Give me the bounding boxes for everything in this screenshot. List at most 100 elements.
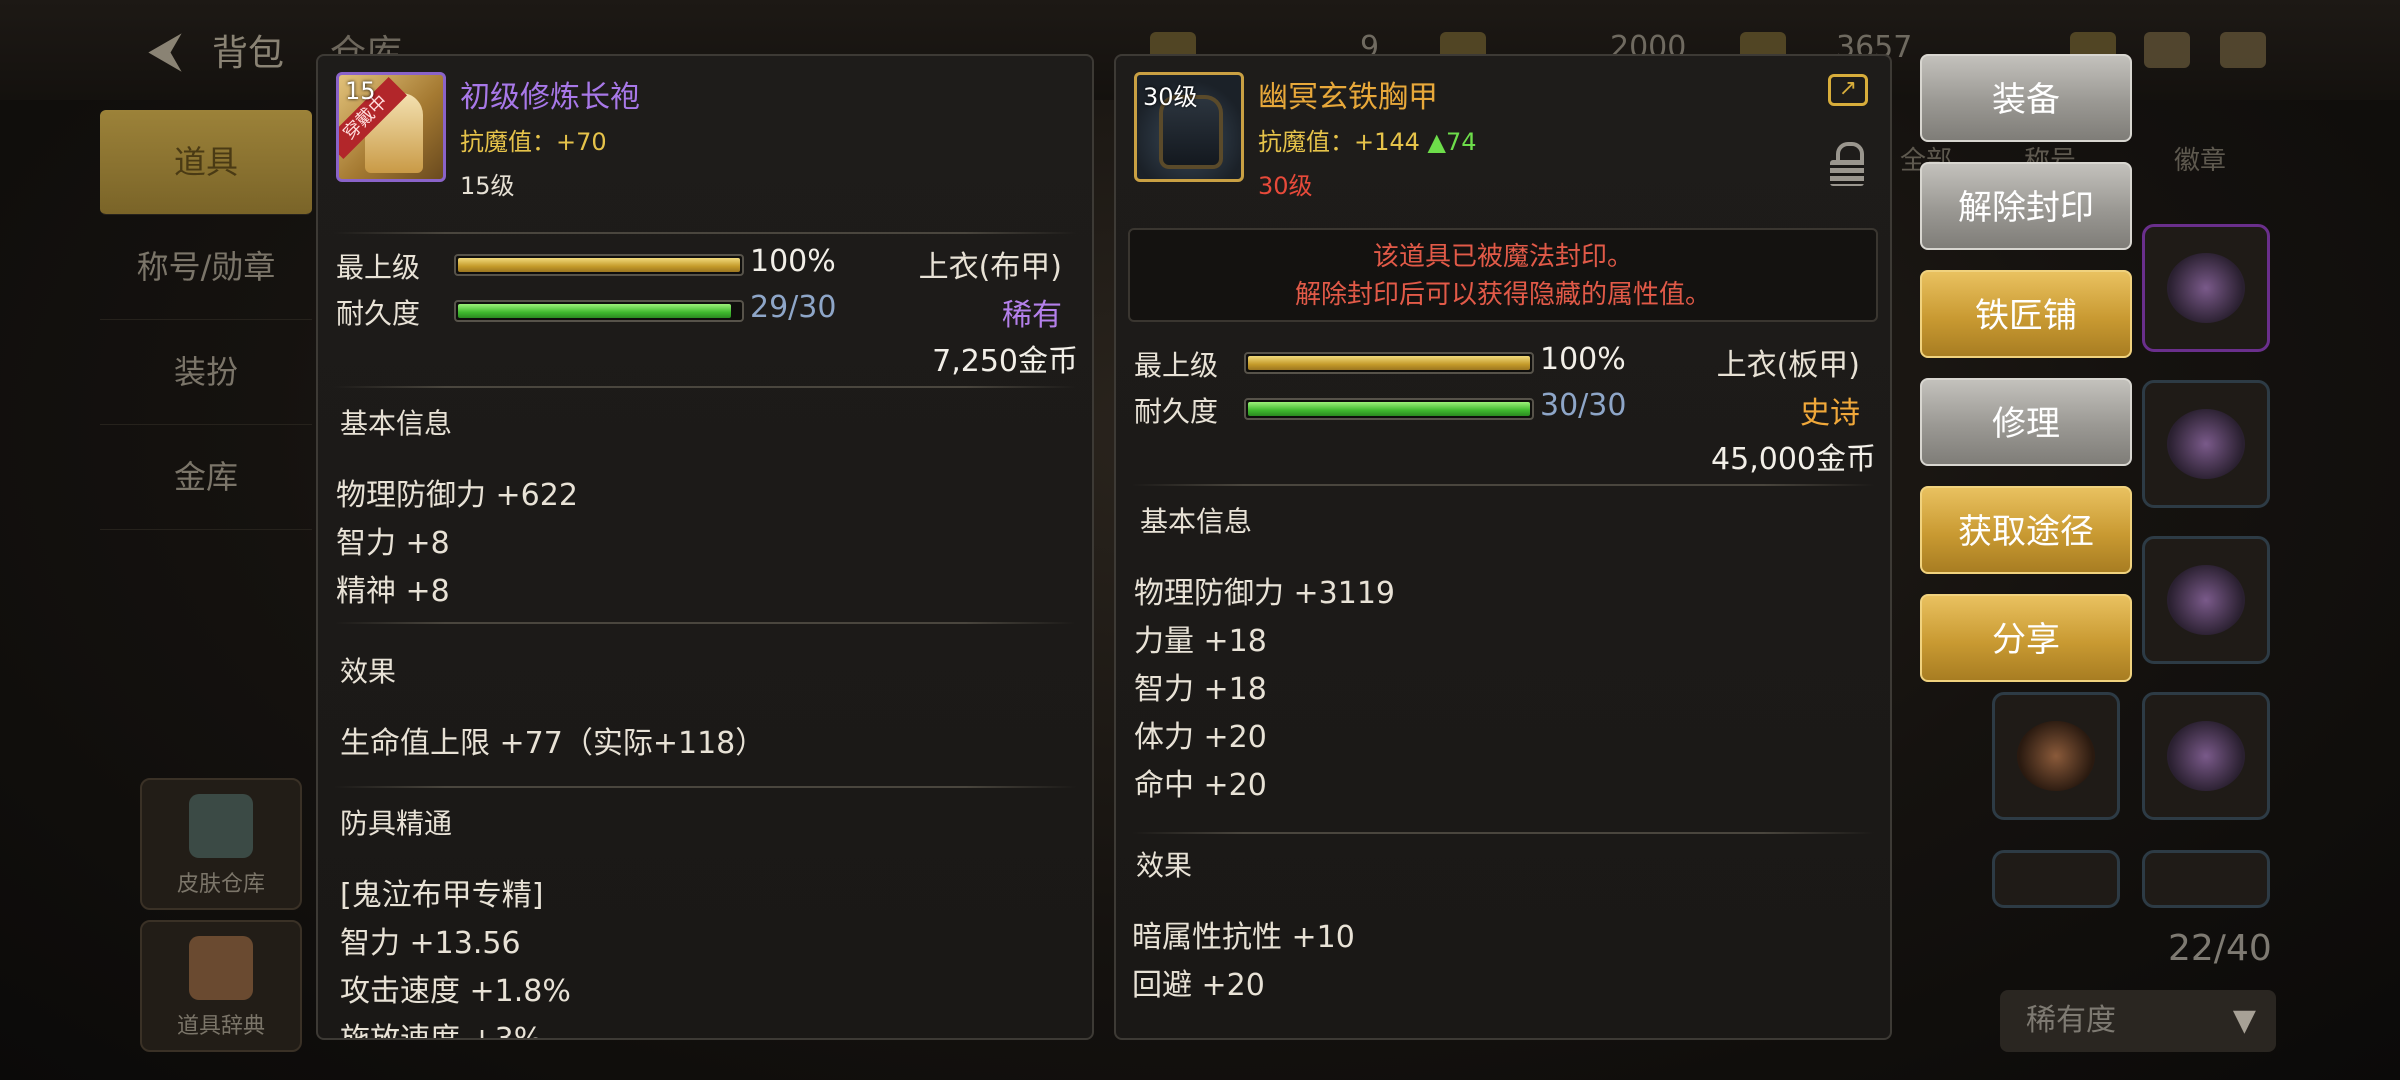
back-arrow-icon[interactable]: ⮜ (130, 22, 200, 78)
chat-icon[interactable] (2220, 32, 2266, 68)
basic-stat: 物理防御力 +622 (336, 478, 578, 513)
item-dictionary-label: 道具辞典 (176, 1014, 265, 1039)
mastery-line: 智力 +13.56 (340, 926, 521, 961)
dictionary-icon (189, 936, 253, 1000)
inventory-slot[interactable] (2142, 536, 2270, 664)
durability-bar (1244, 398, 1534, 420)
item-price: 45,000金币 (1711, 442, 1876, 477)
upgrade-bar (1244, 352, 1534, 374)
rarity-label: 稀有 (1002, 298, 1062, 333)
ring-icon (2167, 253, 2245, 323)
mastery-line: [鬼泣布甲专精] (340, 878, 544, 913)
basic-info-title: 基本信息 (340, 407, 453, 440)
obtain-route-button[interactable]: 获取途径 (1920, 486, 2132, 574)
divider (334, 386, 1076, 388)
tab-badges[interactable]: 徽章 (2174, 140, 2226, 177)
upgrade-bar (454, 254, 744, 276)
basic-stat: 精神 +8 (336, 574, 450, 609)
item-name: 初级修炼长袍 (460, 80, 640, 115)
durability-row: 耐久度 30/30 史诗 (1134, 388, 1874, 431)
divider (1132, 484, 1874, 486)
basic-stat: 物理防御力 +3119 (1134, 576, 1396, 611)
divider (334, 786, 1076, 788)
basic-stat: 体力 +20 (1134, 720, 1267, 755)
item-dictionary-button[interactable]: 道具辞典 (140, 920, 302, 1052)
mastery-line: 攻击速度 +1.8% (340, 974, 571, 1009)
upgrade-percent: 100% (750, 244, 836, 279)
durability-bar (454, 300, 744, 322)
share-icon[interactable]: ↗ (1828, 74, 1868, 106)
inventory-slot[interactable] (1992, 850, 2120, 908)
anti-magic-value: 抗魔值：+70 (460, 128, 607, 156)
item-icon-robe: 穿戴中 15 (336, 72, 446, 182)
icon-level: 30级 (1143, 83, 1198, 111)
divider (334, 622, 1076, 624)
item-price: 7,250金币 (932, 344, 1078, 379)
basic-stat: 力量 +18 (1134, 624, 1267, 659)
unseal-button[interactable]: 解除封印 (1920, 162, 2132, 250)
upgrade-row: 最上级 100% 上衣(布甲) (336, 244, 1076, 286)
share-button[interactable]: 分享 (1920, 594, 2132, 682)
ring-icon (2167, 721, 2245, 791)
inventory-slot[interactable] (1992, 692, 2120, 820)
sealed-notice: 该道具已被魔法封印。 解除封印后可以获得隐藏的属性值。 (1128, 228, 1878, 322)
divider (334, 232, 1076, 234)
mastery-line: 施放速度 +3% (340, 1022, 543, 1040)
durability-value: 29/30 (750, 290, 837, 325)
anti-magic-value: 抗魔值：+144 ▲74 (1258, 122, 1477, 157)
unlock-icon[interactable] (1830, 142, 1864, 186)
sealed-line-1: 该道具已被魔法封印。 (1372, 242, 1633, 272)
sealed-line-2: 解除封印后可以获得隐藏的属性值。 (1294, 280, 1711, 310)
repair-button[interactable]: 修理 (1920, 378, 2132, 466)
basic-stat: 智力 +18 (1134, 672, 1267, 707)
inventory-slot[interactable] (2142, 380, 2270, 508)
blacksmith-button[interactable]: 铁匠铺 (1920, 270, 2132, 358)
side-item-costume[interactable]: 装扮 (100, 320, 312, 425)
bag-title[interactable]: 背包 (212, 24, 284, 76)
slot-type: 上衣(板甲) (1716, 348, 1860, 383)
required-level: 15级 (460, 172, 515, 200)
icon-level: 15 (345, 77, 376, 105)
armor-piece-icon (2017, 721, 2095, 791)
required-level: 30级 (1258, 172, 1313, 200)
equipped-item-tooltip: 穿戴中 15 初级修炼长袍 抗魔值：+70 15级 最上级 100% 上衣(布甲… (316, 54, 1094, 1040)
skin-warehouse-button[interactable]: 皮肤仓库 (140, 778, 302, 910)
divider (1132, 832, 1874, 834)
skin-warehouse-label: 皮肤仓库 (176, 872, 265, 897)
accessory-icon (2167, 409, 2245, 479)
mastery-title: 防具精通 (340, 807, 453, 840)
durability-label: 耐久度 (336, 297, 421, 330)
basic-stat: 智力 +8 (336, 526, 450, 561)
durability-value: 30/30 (1540, 388, 1627, 423)
durability-bar-fill (1248, 402, 1530, 416)
upgrade-label: 最上级 (1134, 349, 1219, 382)
upgrade-label: 最上级 (336, 251, 421, 284)
anti-magic-text: 抗魔值：+144 (1258, 128, 1428, 156)
compare-item-tooltip: 30级 幽冥玄铁胸甲 抗魔值：+144 ▲74 30级 ↗ 该道具已被魔法封印。… (1114, 54, 1892, 1040)
effect-line: 暗属性抗性 +10 (1132, 920, 1355, 955)
effect-title: 效果 (1136, 849, 1193, 882)
side-item-props[interactable]: 道具 (100, 110, 312, 215)
sort-dropdown[interactable]: 稀有度 ▼ (2000, 990, 2276, 1052)
effect-line: 回避 +20 (1132, 968, 1265, 1003)
upgrade-percent: 100% (1540, 342, 1626, 377)
ring-icon (2167, 565, 2245, 635)
basic-stat: 命中 +20 (1134, 768, 1267, 803)
upgrade-bar-fill (458, 258, 740, 272)
rarity-label: 史诗 (1800, 396, 1860, 431)
skin-warehouse-icon (189, 794, 253, 858)
slot-type: 上衣(布甲) (918, 250, 1062, 285)
dropdown-arrow-icon: ▼ (2232, 1003, 2256, 1038)
inventory-slot[interactable] (2142, 692, 2270, 820)
sort-label: 稀有度 (2026, 1003, 2116, 1038)
inventory-slot[interactable] (2142, 850, 2270, 908)
effect-title: 效果 (340, 655, 397, 688)
inventory-count: 22/40 (2168, 928, 2272, 969)
side-item-vault[interactable]: 金库 (100, 425, 312, 530)
durability-label: 耐久度 (1134, 395, 1219, 428)
mail-icon[interactable] (2144, 32, 2190, 68)
inventory-slot[interactable] (2142, 224, 2270, 352)
upgrade-row: 最上级 100% 上衣(板甲) (1134, 342, 1874, 384)
side-item-titles[interactable]: 称号/勋章 (100, 215, 312, 320)
equip-button[interactable]: 装备 (1920, 54, 2132, 142)
